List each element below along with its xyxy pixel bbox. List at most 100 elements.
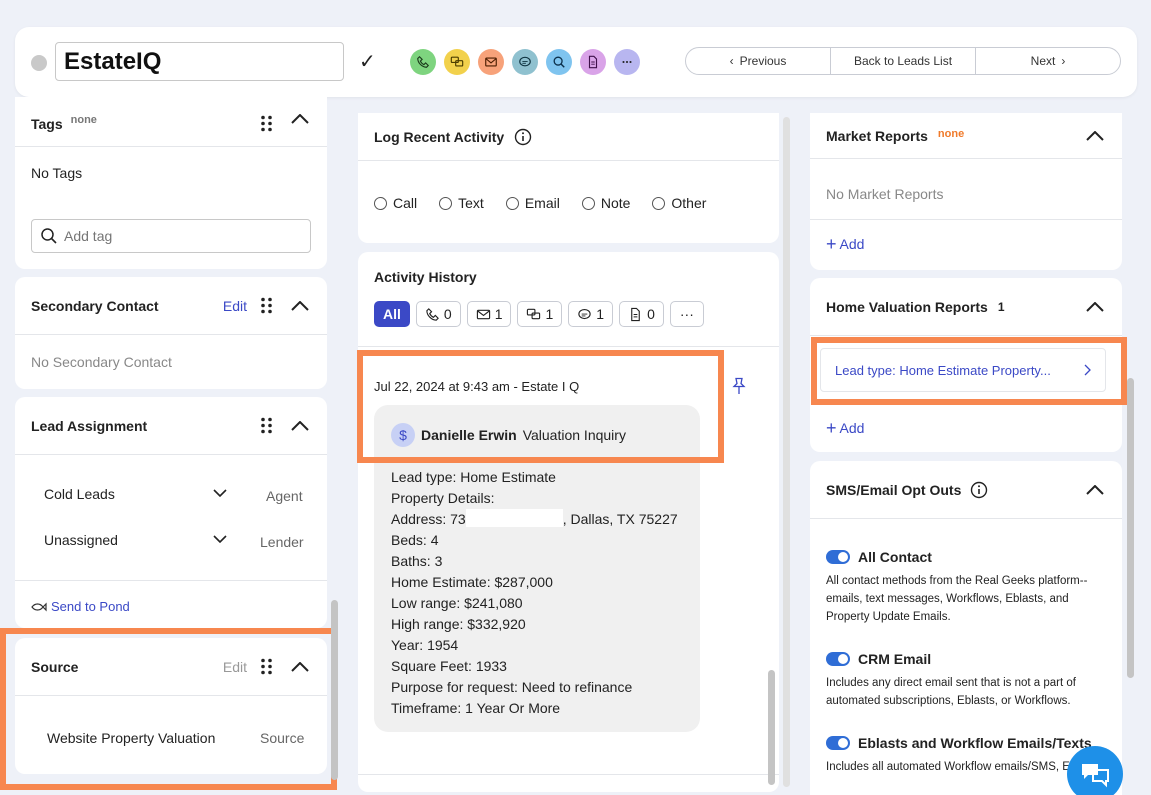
more-icon[interactable] [614, 49, 640, 75]
secondary-contact-title: Secondary Contact [31, 297, 159, 314]
collapse-chevron-icon[interactable] [1086, 484, 1104, 495]
address-suffix: , Dallas, TX 75227 [562, 511, 678, 527]
chevron-left-icon: ‹ [729, 54, 734, 68]
opt-out-description: Includes any direct email sent that is n… [826, 677, 1076, 707]
tab-texts-count: 1 [545, 306, 554, 322]
home-valuation-title: Home Valuation Reports [826, 298, 988, 315]
chevron-down-icon[interactable] [213, 535, 227, 543]
tab-notes[interactable]: 0 [619, 301, 664, 327]
chat-icon[interactable] [444, 49, 470, 75]
radio-note[interactable]: Note [581, 195, 630, 211]
opt-outs-header: SMS/Email Opt Outs [810, 461, 1122, 519]
all-contact-toggle[interactable] [826, 550, 850, 564]
pin-icon[interactable] [732, 377, 746, 395]
activity-type-radios: Call Text Email Note Other [374, 195, 706, 211]
previous-label: Previous [739, 54, 787, 68]
log-activity-title: Log Recent Activity [374, 128, 505, 145]
crm-email-toggle[interactable] [826, 652, 850, 666]
plus-icon: + [826, 418, 837, 438]
collapse-chevron-icon[interactable] [1086, 130, 1104, 141]
add-tag-input[interactable] [64, 228, 284, 244]
opt-out-title: All Contact [858, 549, 932, 565]
no-secondary-contact-text: No Secondary Contact [31, 354, 172, 370]
next-button[interactable]: Next › [976, 48, 1120, 74]
send-to-pond-link[interactable]: Send to Pond [31, 599, 130, 614]
detail-line: Beds: 4 [391, 532, 439, 548]
fish-icon [31, 602, 47, 611]
home-valuation-count: 1 [997, 299, 1005, 314]
radio-call-label: Call [393, 195, 418, 211]
email-icon[interactable] [478, 49, 504, 75]
confirm-check-icon[interactable]: ✓ [359, 49, 376, 74]
tab-all[interactable]: All [374, 301, 410, 327]
divider [358, 346, 779, 347]
add-market-report-label: Add [839, 236, 865, 252]
info-icon[interactable] [514, 128, 532, 146]
detail-address: Address: 73 , Dallas, TX 75227 [391, 509, 678, 530]
tags-card: Tags none No Tags [15, 97, 327, 269]
send-to-pond-label: Send to Pond [51, 599, 130, 614]
tags-title: Tags [31, 116, 63, 132]
log-activity-card: Log Recent Activity Call Text Email Note… [358, 113, 779, 243]
add-market-report-button[interactable]: + Add [826, 235, 865, 253]
drag-handle-icon[interactable] [260, 417, 273, 434]
tab-more[interactable]: ··· [669, 301, 704, 327]
detail-line: Lead type: Home Estimate [391, 469, 556, 485]
log-activity-header: Log Recent Activity [358, 113, 779, 161]
radio-text[interactable]: Text [439, 195, 484, 211]
radio-other[interactable]: Other [652, 195, 706, 211]
eblasts-toggle[interactable] [826, 736, 850, 750]
search-icon [41, 228, 57, 244]
lead-name-input[interactable] [55, 42, 344, 81]
add-tag-field[interactable] [31, 219, 311, 253]
right-scrollbar[interactable] [1127, 378, 1134, 678]
chevron-down-icon[interactable] [213, 489, 227, 497]
chat-widget-button[interactable] [1067, 746, 1123, 795]
search-icon[interactable] [546, 49, 572, 75]
document-icon[interactable] [580, 49, 606, 75]
radio-email-label: Email [524, 195, 560, 211]
back-label: Back to Leads List [853, 54, 953, 68]
tab-calls-count: 0 [443, 306, 452, 322]
collapse-chevron-icon[interactable] [291, 114, 309, 124]
opt-outs-title: SMS/Email Opt Outs [826, 481, 962, 498]
left-scrollbar[interactable] [331, 600, 338, 780]
lender-select-value[interactable]: Unassigned [44, 532, 118, 548]
activity-details: Lead type: Home Estimate Property Detail… [391, 467, 678, 719]
opt-outs-card: SMS/Email Opt Outs All Contact All conta… [810, 461, 1122, 795]
no-market-reports-text: No Market Reports [826, 186, 944, 202]
middle-scroll-track [783, 117, 790, 787]
info-icon[interactable] [970, 481, 988, 499]
back-to-leads-button[interactable]: Back to Leads List [831, 48, 976, 74]
detail-line: Low range: $241,080 [391, 595, 523, 611]
secondary-contact-edit-link[interactable]: Edit [223, 298, 247, 314]
radio-call[interactable]: Call [374, 195, 417, 211]
divider [358, 774, 779, 775]
radio-email[interactable]: Email [505, 195, 560, 211]
add-valuation-report-button[interactable]: + Add [826, 418, 864, 438]
divider [810, 219, 1122, 220]
agent-select-value[interactable]: Cold Leads [44, 486, 115, 502]
home-valuation-header: Home Valuation Reports 1 [810, 278, 1122, 336]
phone-icon[interactable] [410, 49, 436, 75]
source-highlight-box [0, 628, 337, 790]
collapse-chevron-icon[interactable] [291, 420, 309, 431]
middle-scrollbar[interactable] [768, 670, 775, 785]
tab-messages[interactable]: 1 [568, 301, 614, 327]
tab-notes-count: 0 [647, 306, 655, 322]
drag-handle-icon[interactable] [260, 297, 273, 314]
tab-texts[interactable]: 1 [517, 301, 563, 327]
message-icon[interactable] [512, 49, 538, 75]
drag-handle-icon[interactable] [260, 115, 273, 132]
tab-emails[interactable]: 1 [466, 301, 512, 327]
detail-line: Baths: 3 [391, 553, 443, 569]
previous-button[interactable]: ‹ Previous [686, 48, 831, 74]
activity-highlight-box [357, 350, 724, 463]
tab-calls[interactable]: 0 [415, 301, 461, 327]
collapse-chevron-icon[interactable] [291, 300, 309, 311]
tab-messages-count: 1 [596, 306, 605, 322]
market-reports-title: Market Reports [826, 127, 928, 144]
detail-line: Home Estimate: $287,000 [391, 574, 553, 590]
collapse-chevron-icon[interactable] [1086, 301, 1104, 312]
activity-filter-tabs: All 0 1 1 1 0 ··· [374, 301, 704, 327]
